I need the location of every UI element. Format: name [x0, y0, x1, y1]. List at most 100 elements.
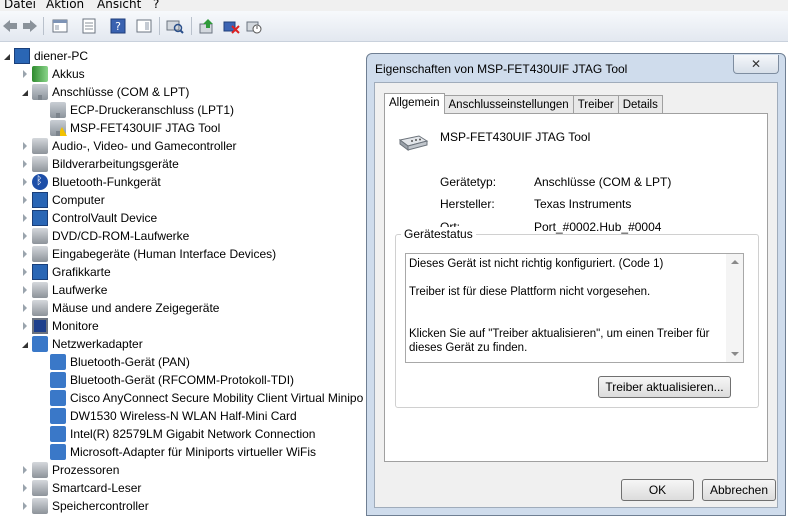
tree-item[interactable]: Microsoft-Adapter für Miniports virtuell… — [38, 443, 316, 461]
forward-icon[interactable] — [21, 18, 39, 34]
device-status-textbox[interactable]: Dieses Gerät ist nicht richtig konfiguri… — [405, 253, 744, 363]
tree-item[interactable]: Computer — [20, 191, 105, 209]
network-icon — [50, 426, 66, 442]
uninstall-icon[interactable] — [222, 18, 240, 34]
tree-item[interactable]: Smartcard-Leser — [20, 479, 141, 497]
scroll-down-icon[interactable] — [731, 352, 739, 356]
toolbar-pane-icon[interactable] — [135, 18, 153, 34]
expand-arrow-icon[interactable] — [20, 281, 30, 299]
update-driver-button[interactable]: Treiber aktualisieren... — [598, 376, 731, 398]
tree-item-label: Prozessoren — [52, 463, 120, 477]
disable-icon[interactable] — [245, 18, 263, 34]
tree-item[interactable]: Netzwerkadapter — [20, 335, 143, 353]
expand-arrow-icon[interactable] — [20, 209, 30, 227]
tree-item[interactable]: Bluetooth-Gerät (RFCOMM-Protokoll-TDI) — [38, 371, 294, 389]
expand-arrow-icon[interactable] — [20, 245, 30, 263]
help-icon[interactable]: ? — [109, 18, 127, 34]
disc-drive-icon — [32, 228, 48, 244]
expand-arrow-icon[interactable] — [20, 173, 30, 191]
expand-arrow-icon[interactable] — [20, 137, 30, 155]
smartcard-icon — [32, 480, 48, 496]
tree-item[interactable]: Bildverarbeitungsgeräte — [20, 155, 179, 173]
tree-item[interactable]: Intel(R) 82579LM Gigabit Network Connect… — [38, 425, 315, 443]
expand-arrow-icon[interactable] — [20, 497, 30, 515]
expand-arrow-icon[interactable] — [20, 191, 30, 209]
expand-arrow-icon[interactable] — [20, 65, 30, 83]
expand-arrow-icon[interactable] — [20, 461, 30, 479]
tree-item[interactable]: ECP-Druckeranschluss (LPT1) — [38, 101, 234, 119]
tree-item-label: Laufwerke — [52, 283, 108, 297]
toolbar: ? — [0, 11, 788, 42]
tree-root[interactable]: diener-PC — [2, 47, 88, 65]
menu-datei[interactable]: Datei — [4, 0, 36, 11]
expand-arrow-icon[interactable] — [20, 479, 30, 497]
list-icon[interactable] — [80, 18, 98, 34]
status-scrollbar[interactable] — [726, 254, 743, 362]
tree-item[interactable]: Laufwerke — [20, 281, 107, 299]
collapse-arrow-icon[interactable] — [20, 335, 30, 353]
tree-item[interactable]: Bluetooth-Funkgerät — [20, 173, 161, 191]
computer-icon — [32, 192, 48, 208]
tab-anschlusseinstellungen[interactable]: Anschlusseinstellungen — [443, 95, 574, 114]
prop-label-geraetetyp: Gerätetyp: — [440, 175, 497, 189]
tree-item-label: ECP-Druckeranschluss (LPT1) — [70, 103, 235, 117]
tree-item[interactable]: Bluetooth-Gerät (PAN) — [38, 353, 190, 371]
expand-arrow-icon[interactable] — [20, 263, 30, 281]
tree-item-label: MSP-FET430UIF JTAG Tool — [70, 121, 221, 135]
tree-item-label: Microsoft-Adapter für Miniports virtuell… — [70, 445, 317, 459]
collapse-arrow-icon[interactable] — [20, 83, 30, 101]
tree-item[interactable]: Eingabegeräte (Human Interface Devices) — [20, 245, 276, 263]
tree-item-label: Monitore — [52, 319, 99, 333]
properties-dialog: Eigenschaften von MSP-FET430UIF JTAG Too… — [366, 53, 786, 516]
dialog-title: Eigenschaften von MSP-FET430UIF JTAG Too… — [375, 62, 628, 76]
tree-item[interactable]: ControlVault Device — [20, 209, 157, 227]
expand-arrow-icon[interactable] — [20, 299, 30, 317]
tab-details[interactable]: Details — [617, 95, 663, 114]
tree-item[interactable]: Cisco AnyConnect Secure Mobility Client … — [38, 389, 363, 407]
tab-treiber[interactable]: Treiber — [572, 95, 619, 114]
ok-button[interactable]: OK — [621, 479, 694, 501]
prop-value-ort: Port_#0002.Hub_#0004 — [534, 220, 662, 234]
tree-item[interactable]: Akkus — [20, 65, 85, 83]
tree-item[interactable]: Speichercontroller — [20, 497, 149, 515]
bluetooth-icon — [32, 174, 48, 190]
tree-item[interactable]: Monitore — [20, 317, 99, 335]
tree-item-label: Smartcard-Leser — [52, 481, 142, 495]
expand-arrow-icon[interactable] — [2, 47, 12, 65]
menu-ansicht[interactable]: Ansicht — [97, 0, 141, 11]
tree-item[interactable]: MSP-FET430UIF JTAG Tool — [38, 119, 220, 137]
tree-item[interactable]: Grafikkarte — [20, 263, 111, 281]
tree-item[interactable]: Mäuse und andere Zeigegeräte — [20, 299, 219, 317]
menu-help[interactable]: ? — [153, 0, 159, 11]
expand-arrow-icon[interactable] — [20, 317, 30, 335]
expand-arrow-icon[interactable] — [20, 227, 30, 245]
device-name: MSP-FET430UIF JTAG Tool — [440, 130, 591, 144]
scan-hardware-icon[interactable] — [166, 18, 184, 34]
cancel-button[interactable]: Abbrechen — [702, 479, 776, 501]
tree-item[interactable]: Anschlüsse (COM & LPT) — [20, 83, 189, 101]
tree-item[interactable]: Audio-, Video- und Gamecontroller — [20, 137, 237, 155]
expand-arrow-icon[interactable] — [20, 155, 30, 173]
tree-item[interactable]: DVD/CD-ROM-Laufwerke — [20, 227, 189, 245]
tree-item-label: Intel(R) 82579LM Gigabit Network Connect… — [70, 427, 316, 441]
tree-item-label: Eingabegeräte (Human Interface Devices) — [52, 247, 277, 261]
tree-item-label: Mäuse und andere Zeigegeräte — [52, 301, 220, 315]
scroll-up-icon[interactable] — [731, 260, 739, 264]
tree-item-label: Bildverarbeitungsgeräte — [52, 157, 179, 171]
tree-item[interactable]: Prozessoren — [20, 461, 119, 479]
update-driver-icon[interactable] — [198, 18, 216, 34]
processor-icon — [32, 462, 48, 478]
tab-allgemein[interactable]: Allgemein — [384, 93, 445, 114]
computer-icon — [32, 210, 48, 226]
properties-pane-icon[interactable] — [51, 18, 69, 34]
port-icon — [50, 102, 66, 118]
tree-item-label: Audio-, Video- und Gamecontroller — [52, 139, 237, 153]
close-button[interactable]: ✕ — [733, 55, 779, 74]
menu-aktion[interactable]: Aktion — [46, 0, 84, 11]
tree-item[interactable]: DW1530 Wireless-N WLAN Half-Mini Card — [38, 407, 297, 425]
back-icon[interactable] — [1, 18, 19, 34]
